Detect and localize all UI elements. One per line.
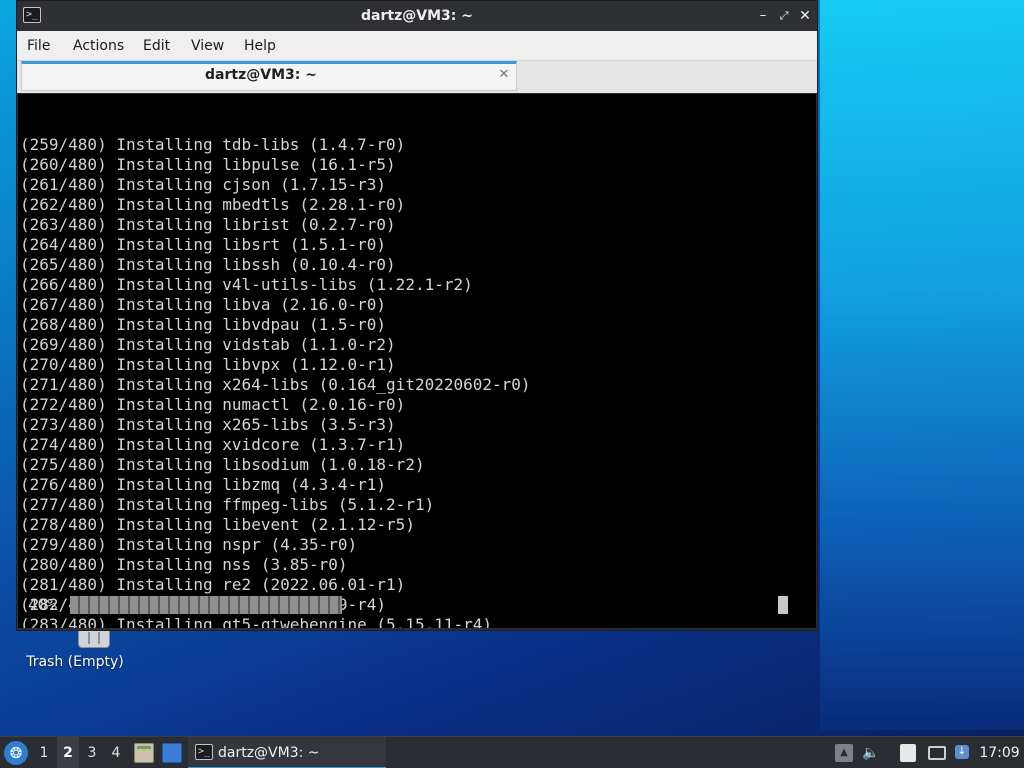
- terminal-line: (268/480) Installing libvdpau (1.5-r0): [20, 315, 387, 334]
- tab-label: dartz@VM3: ~: [205, 67, 317, 83]
- menu-edit[interactable]: Edit: [143, 31, 170, 61]
- terminal-line: (270/480) Installing libvpx (1.12.0-r1): [20, 355, 396, 374]
- start-menu-button[interactable]: ❂: [4, 741, 28, 765]
- workspace-2[interactable]: 2: [57, 737, 79, 768]
- terminal-line: (281/480) Installing re2 (2022.06.01-r1): [20, 575, 406, 594]
- terminal-line: (265/480) Installing libssh (0.10.4-r0): [20, 255, 396, 274]
- menu-view[interactable]: View: [191, 31, 224, 61]
- progress-percent: 40%: [28, 595, 57, 614]
- terminal-line: (262/480) Installing mbedtls (2.28.1-r0): [20, 195, 406, 214]
- workspace-4[interactable]: 4: [105, 737, 127, 768]
- trash-desktop-icon[interactable]: Trash (Empty): [20, 628, 130, 678]
- trash-icon: [78, 628, 110, 648]
- terminal-line: (266/480) Installing v4l-utils-libs (1.2…: [20, 275, 473, 294]
- show-desktop-icon[interactable]: [162, 743, 182, 763]
- close-button[interactable]: ✕: [796, 7, 814, 25]
- terminal-lines: (259/480) Installing tdb-libs (1.4.7-r0)…: [20, 135, 816, 628]
- window-title: dartz@VM3: ~: [361, 8, 473, 24]
- terminal-line: (271/480) Installing x264-libs (0.164_gi…: [20, 375, 531, 394]
- desktop-background: [820, 0, 1024, 730]
- progress-fill: [70, 596, 342, 614]
- clipboard-icon[interactable]: [900, 744, 916, 762]
- window-titlebar[interactable]: >_ dartz@VM3: ~ – ⤢ ✕: [17, 1, 817, 31]
- tab-bar: dartz@VM3: ~ ✕: [17, 61, 817, 93]
- terminal-line: (280/480) Installing nss (3.85-r0): [20, 555, 348, 574]
- tab-close-icon[interactable]: ✕: [496, 67, 512, 83]
- terminal-line: (273/480) Installing x265-libs (3.5-r3): [20, 415, 396, 434]
- updates-icon[interactable]: ↓: [955, 745, 969, 759]
- terminal-line: (274/480) Installing xvidcore (1.3.7-r1): [20, 435, 406, 454]
- progress-row: 40%: [20, 595, 810, 615]
- volume-icon[interactable]: 🔈: [862, 744, 880, 762]
- menubar: File Actions Edit View Help: [17, 31, 817, 61]
- terminal-icon: >_: [195, 744, 213, 760]
- terminal-line: (276/480) Installing libzmq (4.3.4-r1): [20, 475, 387, 494]
- minimize-button[interactable]: –: [754, 7, 772, 25]
- menu-file[interactable]: File: [27, 31, 50, 61]
- terminal-cursor: [778, 596, 788, 614]
- progress-bar: [70, 596, 750, 614]
- terminal-line: (275/480) Installing libsodium (1.0.18-r…: [20, 455, 425, 474]
- terminal-line: (277/480) Installing ffmpeg-libs (5.1.2-…: [20, 495, 435, 514]
- tray-expand-icon[interactable]: ▲: [835, 744, 853, 762]
- terminal-line: (267/480) Installing libva (2.16.0-r0): [20, 295, 387, 314]
- taskbar-task-terminal[interactable]: >_ dartz@VM3: ~: [188, 737, 386, 768]
- menu-help[interactable]: Help: [244, 31, 276, 61]
- tab-terminal[interactable]: dartz@VM3: ~ ✕: [21, 61, 517, 91]
- terminal-line: (259/480) Installing tdb-libs (1.4.7-r0): [20, 135, 406, 154]
- terminal-line: (263/480) Installing librist (0.2.7-r0): [20, 215, 396, 234]
- task-label: dartz@VM3: ~: [218, 745, 320, 761]
- menu-actions[interactable]: Actions: [73, 31, 124, 61]
- clock[interactable]: 17:09: [975, 737, 1024, 768]
- terminal-output[interactable]: (259/480) Installing tdb-libs (1.4.7-r0)…: [18, 94, 816, 628]
- workspace-3[interactable]: 3: [81, 737, 103, 768]
- file-manager-icon[interactable]: [134, 743, 154, 763]
- terminal-line: (260/480) Installing libpulse (16.1-r5): [20, 155, 396, 174]
- terminal-line: (279/480) Installing nspr (4.35-r0): [20, 535, 358, 554]
- terminal-window[interactable]: >_ dartz@VM3: ~ – ⤢ ✕ File Actions Edit …: [16, 0, 818, 631]
- terminal-line: (261/480) Installing cjson (1.7.15-r3): [20, 175, 387, 194]
- maximize-button[interactable]: ⤢: [775, 7, 793, 25]
- network-icon[interactable]: [928, 746, 946, 760]
- terminal-line: (272/480) Installing numactl (2.0.16-r0): [20, 395, 406, 414]
- trash-label: Trash (Empty): [26, 654, 124, 670]
- terminal-line: (269/480) Installing vidstab (1.1.0-r2): [20, 335, 396, 354]
- terminal-line: (264/480) Installing libsrt (1.5.1-r0): [20, 235, 387, 254]
- terminal-line: (278/480) Installing libevent (2.1.12-r5…: [20, 515, 415, 534]
- workspace-1[interactable]: 1: [33, 737, 55, 768]
- taskbar: ❂ 1 2 3 4 >_ dartz@VM3: ~ ▲ 🔈 ↓ 17:09: [0, 736, 1024, 768]
